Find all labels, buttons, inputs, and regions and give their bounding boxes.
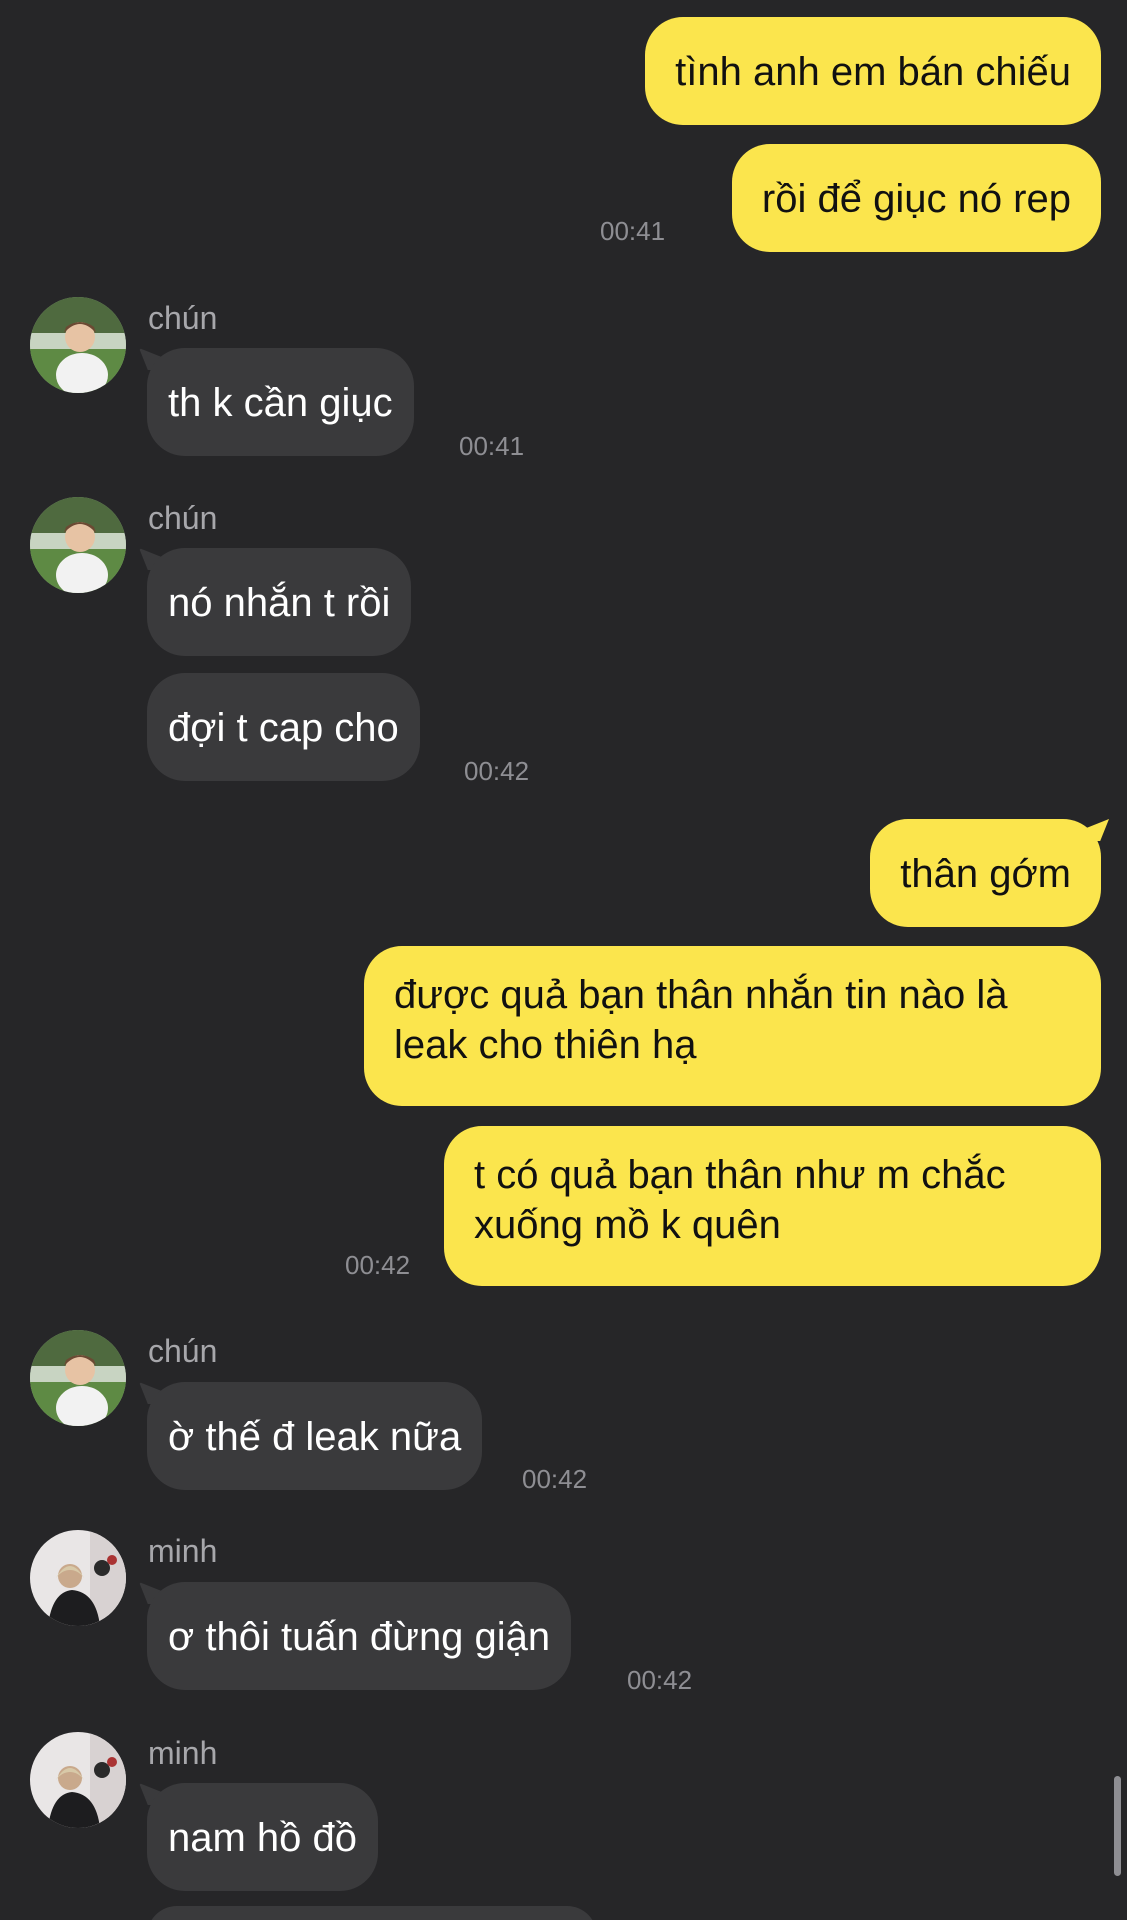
message-timestamp: 00:42 — [627, 1665, 693, 1695]
incoming-message[interactable]: ơ thôi tuấn đừng giận — [147, 1582, 572, 1690]
incoming-message[interactable]: th k cần giục — [147, 348, 414, 456]
sender-name: chún — [148, 300, 218, 336]
sender-name: chún — [148, 1333, 218, 1369]
incoming-message-partial[interactable] — [147, 1906, 597, 1920]
avatar[interactable] — [30, 1330, 126, 1426]
avatar[interactable] — [30, 497, 126, 593]
user-photo-icon — [30, 1530, 126, 1626]
outgoing-message[interactable]: tình anh em bán chiếu — [645, 17, 1101, 125]
user-photo-icon — [30, 297, 126, 393]
chat-screen: tình anh em bán chiếu rồi để giục nó rep… — [0, 0, 1127, 1920]
user-photo-icon — [30, 497, 126, 593]
incoming-message[interactable]: nó nhắn t rồi — [147, 548, 412, 656]
message-timestamp: 00:41 — [459, 431, 525, 461]
sender-name: chún — [148, 500, 218, 536]
outgoing-message[interactable]: t có quả bạn thân như m chắc xuống mồ k … — [444, 1126, 1101, 1286]
incoming-message[interactable]: ờ thế đ leak nữa — [147, 1382, 483, 1490]
avatar[interactable] — [30, 1732, 126, 1828]
message-timestamp: 00:42 — [522, 1464, 588, 1494]
outgoing-message[interactable]: thân gớm — [870, 819, 1101, 927]
message-timestamp: 00:41 — [600, 216, 666, 246]
outgoing-message[interactable]: được quả bạn thân nhắn tin nào là leak c… — [364, 946, 1101, 1106]
user-photo-icon — [30, 1732, 126, 1828]
outgoing-message[interactable]: rồi để giục nó rep — [731, 144, 1101, 252]
incoming-message[interactable]: đợi t cap cho — [147, 673, 420, 781]
avatar[interactable] — [30, 1530, 126, 1626]
incoming-message[interactable]: nam hồ đồ — [147, 1783, 379, 1891]
scrollbar[interactable] — [1114, 1776, 1121, 1876]
user-photo-icon — [30, 1330, 126, 1426]
sender-name: minh — [148, 1735, 218, 1771]
message-timestamp: 00:42 — [464, 756, 530, 786]
avatar[interactable] — [30, 297, 126, 393]
message-timestamp: 00:42 — [345, 1250, 411, 1280]
sender-name: minh — [148, 1533, 218, 1569]
